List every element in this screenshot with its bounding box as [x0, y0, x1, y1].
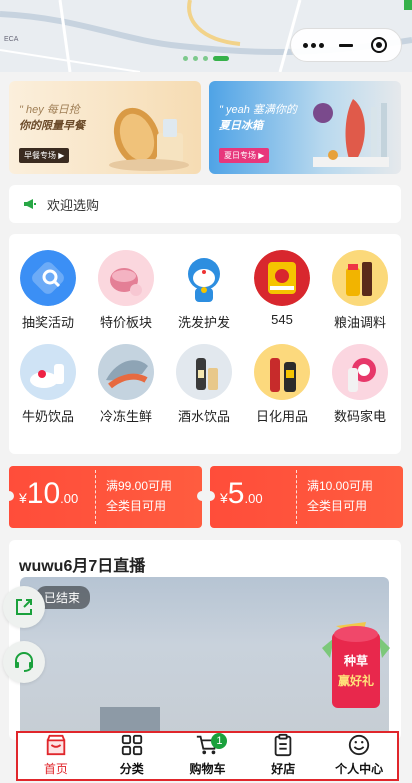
category-label: 冷冻生鲜: [99, 409, 152, 424]
cart-count-badge: 1: [211, 733, 228, 749]
daily-goods-icon: [254, 344, 310, 400]
milk-icon: [20, 344, 76, 400]
tab-label: 购物车: [189, 762, 226, 776]
tab-home[interactable]: 首页: [18, 733, 94, 779]
category-label: 日化用品: [255, 409, 308, 424]
tab-shop[interactable]: 好店: [245, 733, 321, 779]
banner-tag: 早餐专场 ▶: [19, 148, 70, 163]
share-button[interactable]: [3, 586, 45, 628]
coupon-amount: ¥5.00: [220, 477, 263, 510]
category-grid-icon: [121, 734, 142, 756]
category-oil[interactable]: 粮油调料: [321, 250, 399, 331]
tab-cart[interactable]: 1 购物车: [170, 733, 246, 779]
headset-icon: [15, 652, 33, 672]
red-packet-line2: 赢好礼: [337, 674, 374, 688]
shampoo-icon: [176, 250, 232, 306]
tab-label: 首页: [43, 762, 68, 776]
share-icon: [16, 599, 32, 615]
tab-label: 好店: [271, 762, 296, 776]
red-packet-promo[interactable]: 种草 赢好礼: [316, 618, 396, 710]
category-label: 洗发护发: [177, 315, 230, 330]
coupon-card[interactable]: ¥5.00 满10.00可用 全类目可用: [205, 466, 403, 528]
category-milk[interactable]: 牛奶饮品: [9, 344, 87, 425]
banner-pager: [183, 56, 229, 61]
category-label: 酒水饮品: [177, 409, 230, 424]
category-545[interactable]: 545: [243, 250, 321, 327]
category-grid: 抽奖活动 特价板块 洗发护发 545 粮油调料 牛奶饮品 冷冻生鲜 酒水饮品 日…: [9, 234, 401, 454]
category-label: 牛奶饮品: [21, 409, 74, 424]
profile-icon: [348, 734, 370, 756]
live-title: wuwu6月7日直播: [19, 558, 146, 575]
promo-banners: " hey 每日抢 你的限量早餐 早餐专场 ▶ " yeah 塞满你的 夏日冰箱…: [9, 81, 401, 174]
category-daily[interactable]: 日化用品: [243, 344, 321, 425]
notice-text: 欢迎选购: [47, 197, 100, 213]
coupon-condition: 满99.00可用 全类目可用: [106, 479, 173, 513]
red-packet-line1: 种草: [343, 654, 368, 668]
minimize-icon[interactable]: [330, 31, 362, 59]
more-dots-icon[interactable]: [297, 31, 329, 59]
banner-head: " yeah 塞满你的: [219, 104, 297, 116]
fish-icon: [98, 344, 154, 400]
bottom-tab-bar: 首页 分类 1 购物车 好店 个人中心: [16, 731, 399, 781]
category-lottery[interactable]: 抽奖活动: [9, 250, 87, 331]
target-close-icon[interactable]: [363, 31, 395, 59]
category-wine[interactable]: 酒水饮品: [165, 344, 243, 425]
tab-label: 分类: [119, 762, 144, 776]
breakfast-banner[interactable]: " hey 每日抢 你的限量早餐 早餐专场 ▶: [9, 81, 201, 174]
banner-head: " hey 每日抢: [19, 104, 80, 116]
category-label: 545: [271, 312, 293, 327]
category-appliance[interactable]: 数码家电: [321, 344, 399, 425]
snack-icon: [254, 250, 310, 306]
summer-banner[interactable]: " yeah 塞满你的 夏日冰箱 夏日专场 ▶: [209, 81, 401, 174]
home-icon: [46, 734, 66, 756]
notice-bar[interactable]: 欢迎选购: [9, 185, 401, 223]
tab-category[interactable]: 分类: [94, 733, 170, 779]
lottery-icon: [20, 250, 76, 306]
bread-image: [109, 107, 189, 171]
customer-service-button[interactable]: [3, 641, 45, 683]
banner-tag: 夏日专场 ▶: [219, 148, 270, 163]
category-label: 特价板块: [99, 315, 152, 330]
banner-subtitle: 你的限量早餐: [19, 120, 85, 132]
map-label: ECA: [4, 36, 19, 43]
fridge-image: [313, 99, 389, 167]
category-shampoo[interactable]: 洗发护发: [165, 250, 243, 331]
shop-list-icon: [274, 733, 292, 757]
category-label: 粮油调料: [333, 315, 386, 330]
coupon-amount: ¥10.00: [19, 477, 79, 510]
category-label: 抽奖活动: [21, 315, 74, 330]
coupon-condition: 满10.00可用 全类目可用: [307, 479, 374, 513]
sale-icon: [98, 250, 154, 306]
appliance-icon: [332, 344, 388, 400]
category-label: 数码家电: [333, 409, 386, 424]
coupon-row: ¥10.00 满99.00可用 全类目可用 ¥5.00 满10.00可用 全类目…: [4, 466, 403, 528]
tab-label: 个人中心: [335, 762, 384, 776]
coupon-card[interactable]: ¥10.00 满99.00可用 全类目可用: [4, 466, 207, 528]
megaphone-icon: [24, 199, 36, 209]
oil-icon: [332, 250, 388, 306]
tab-profile[interactable]: 个人中心: [321, 733, 397, 779]
category-frozen[interactable]: 冷冻生鲜: [87, 344, 165, 425]
banner-subtitle: 夏日冰箱: [219, 120, 263, 132]
category-sale[interactable]: 特价板块: [87, 250, 165, 331]
wine-icon: [176, 344, 232, 400]
mini-program-capsule: [290, 28, 402, 62]
